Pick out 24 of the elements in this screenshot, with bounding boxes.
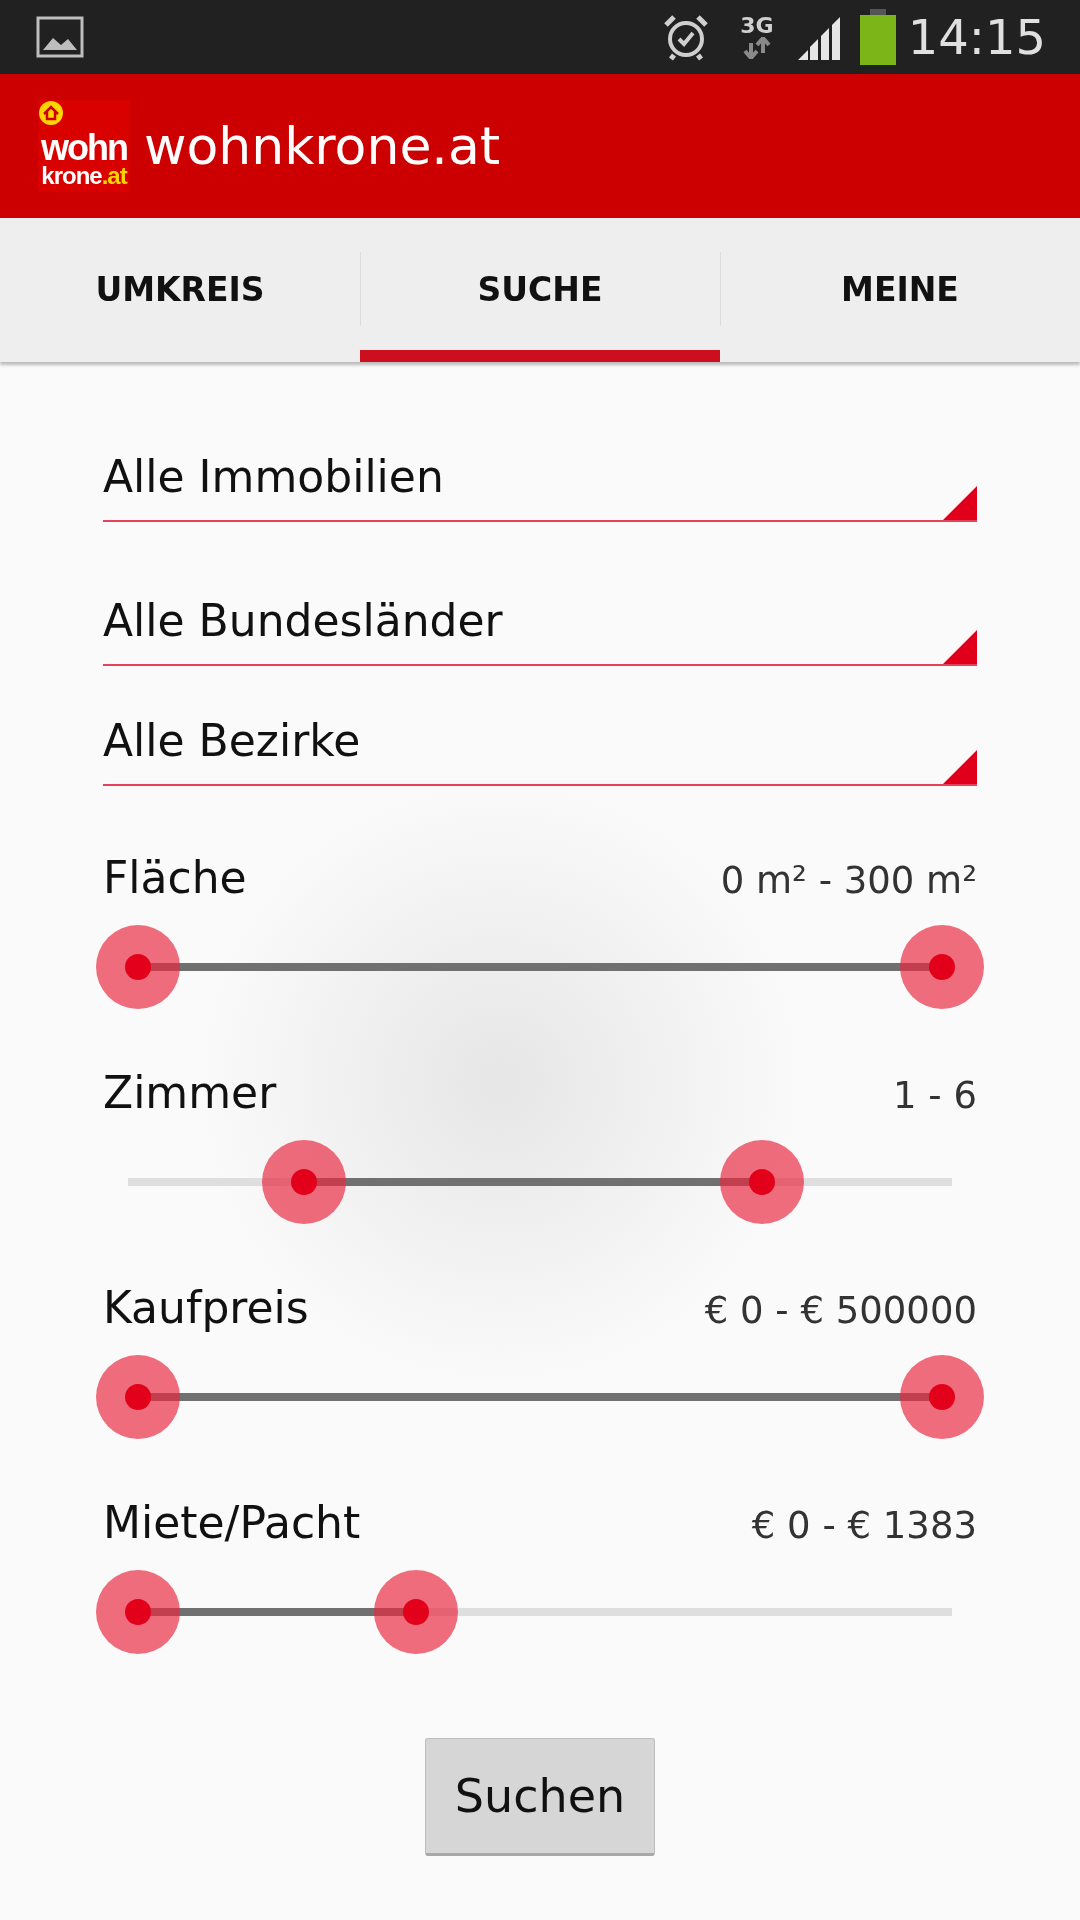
dropdown-corner-icon <box>943 486 977 520</box>
data-arrows-icon <box>742 37 772 59</box>
network-type: 3G <box>740 15 774 37</box>
slider-label: Miete/Pacht <box>103 1497 361 1548</box>
slider-value: 0 m² - 300 m² <box>720 859 977 902</box>
tab[interactable]: UMKREIS <box>0 218 360 362</box>
dropdown-corner-icon <box>943 750 977 784</box>
slider-value: 1 - 6 <box>893 1074 977 1117</box>
search-button[interactable]: Suchen <box>425 1738 655 1856</box>
slider-value: € 0 - € 1383 <box>751 1504 977 1547</box>
dropdown[interactable]: Alle Bundesländer <box>103 576 977 666</box>
dropdown[interactable]: Alle Immobilien <box>103 432 977 522</box>
dropdown[interactable]: Alle Bezirke <box>103 696 977 786</box>
picture-icon <box>36 16 84 58</box>
battery-icon <box>859 9 896 65</box>
slider-label: Kaufpreis <box>103 1282 309 1333</box>
slider-label: Zimmer <box>103 1067 277 1118</box>
tab[interactable]: MEINE <box>720 218 1080 362</box>
clock-time: 14:15 <box>907 9 1046 65</box>
dropdown-corner-icon <box>943 630 977 664</box>
slider-value: € 0 - € 500000 <box>704 1289 977 1332</box>
logo: wohn krone.at <box>38 100 130 192</box>
slider-label: Fläche <box>103 852 247 903</box>
app-title: wohnkrone.at <box>144 116 501 176</box>
